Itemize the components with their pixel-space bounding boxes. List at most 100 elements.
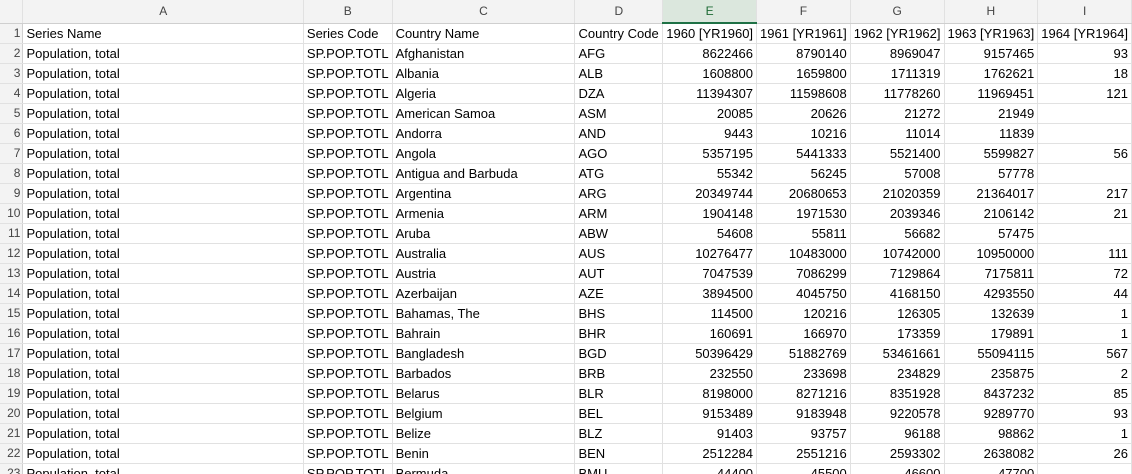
cell[interactable]: 1608800 — [662, 63, 758, 84]
cell[interactable]: 2638082 — [944, 443, 1039, 464]
row-header[interactable]: 13 — [0, 263, 24, 284]
cell[interactable]: 166970 — [756, 323, 851, 344]
cell[interactable]: Population, total — [22, 323, 304, 344]
cell[interactable]: 9289770 — [944, 403, 1039, 424]
cell[interactable]: 21 — [1037, 203, 1132, 224]
cell[interactable]: SP.POP.TOTL — [303, 143, 393, 164]
cell[interactable]: American Samoa — [392, 103, 576, 124]
cell[interactable]: 8437232 — [944, 383, 1039, 404]
cell[interactable]: 3894500 — [662, 283, 758, 304]
cell[interactable]: AFG — [574, 43, 664, 64]
cell[interactable]: ALB — [574, 63, 664, 84]
cell[interactable]: 232550 — [662, 363, 758, 384]
cell[interactable]: Afghanistan — [392, 43, 576, 64]
header-cell[interactable]: Series Code — [303, 23, 393, 44]
cell[interactable]: 217 — [1037, 183, 1132, 204]
row-header[interactable]: 15 — [0, 303, 24, 324]
cell[interactable]: SP.POP.TOTL — [303, 443, 393, 464]
header-cell[interactable]: 1962 [YR1962] — [850, 23, 945, 44]
row-header[interactable]: 11 — [0, 223, 24, 244]
cell[interactable]: 7047539 — [662, 263, 758, 284]
cell[interactable] — [1037, 223, 1132, 244]
column-header-c[interactable]: C — [392, 0, 576, 24]
cell[interactable]: 121 — [1037, 83, 1132, 104]
header-cell[interactable]: Series Name — [22, 23, 304, 44]
cell[interactable]: 5599827 — [944, 143, 1039, 164]
cell[interactable]: Aruba — [392, 223, 576, 244]
cell[interactable]: 96188 — [850, 423, 945, 444]
row-header[interactable]: 6 — [0, 123, 24, 144]
cell[interactable]: Austria — [392, 263, 576, 284]
cell[interactable]: SP.POP.TOTL — [303, 383, 393, 404]
cell[interactable]: 4168150 — [850, 283, 945, 304]
cell[interactable]: Barbados — [392, 363, 576, 384]
cell[interactable]: AUS — [574, 243, 664, 264]
cell[interactable]: Bangladesh — [392, 343, 576, 364]
cell[interactable]: 45500 — [756, 463, 851, 474]
cell[interactable]: BGD — [574, 343, 664, 364]
row-header[interactable]: 21 — [0, 423, 24, 444]
cell[interactable]: ABW — [574, 223, 664, 244]
cell[interactable]: Population, total — [22, 163, 304, 184]
cell[interactable]: 56245 — [756, 163, 851, 184]
cell[interactable]: SP.POP.TOTL — [303, 243, 393, 264]
cell[interactable]: 8271216 — [756, 383, 851, 404]
cell[interactable]: Angola — [392, 143, 576, 164]
cell[interactable]: 1 — [1037, 423, 1132, 444]
cell[interactable]: 11969451 — [944, 83, 1039, 104]
cell[interactable]: 7175811 — [944, 263, 1039, 284]
cell[interactable]: Population, total — [22, 383, 304, 404]
cell[interactable]: 7086299 — [756, 263, 851, 284]
cell[interactable]: 55342 — [662, 163, 758, 184]
cell[interactable]: 5357195 — [662, 143, 758, 164]
cell[interactable]: SP.POP.TOTL — [303, 203, 393, 224]
cell[interactable]: 9157465 — [944, 43, 1039, 64]
cell[interactable]: Population, total — [22, 183, 304, 204]
cell[interactable]: 2593302 — [850, 443, 945, 464]
cell[interactable]: 1659800 — [756, 63, 851, 84]
cell[interactable]: Belarus — [392, 383, 576, 404]
cell[interactable]: 20680653 — [756, 183, 851, 204]
cell[interactable]: AZE — [574, 283, 664, 304]
header-cell[interactable]: 1961 [YR1961] — [756, 23, 851, 44]
cell[interactable]: 10276477 — [662, 243, 758, 264]
row-header[interactable]: 14 — [0, 283, 24, 304]
cell[interactable]: 11778260 — [850, 83, 945, 104]
column-header-g[interactable]: G — [850, 0, 945, 24]
cell[interactable]: BEN — [574, 443, 664, 464]
cell[interactable]: Population, total — [22, 223, 304, 244]
cell[interactable]: 5441333 — [756, 143, 851, 164]
cell[interactable]: 1 — [1037, 323, 1132, 344]
cell[interactable]: Population, total — [22, 103, 304, 124]
cell[interactable]: 132639 — [944, 303, 1039, 324]
cell[interactable]: 20085 — [662, 103, 758, 124]
cell[interactable]: 235875 — [944, 363, 1039, 384]
cell[interactable]: Population, total — [22, 363, 304, 384]
header-cell[interactable]: 1964 [YR1964] — [1037, 23, 1132, 44]
cell[interactable]: Bermuda — [392, 463, 576, 474]
row-header[interactable]: 3 — [0, 63, 24, 84]
row-header[interactable]: 1 — [0, 23, 24, 44]
cell[interactable]: SP.POP.TOTL — [303, 83, 393, 104]
cell[interactable]: 1711319 — [850, 63, 945, 84]
cell[interactable]: 179891 — [944, 323, 1039, 344]
cell[interactable]: 9443 — [662, 123, 758, 144]
cell[interactable]: 55811 — [756, 223, 851, 244]
cell[interactable]: 11394307 — [662, 83, 758, 104]
cell[interactable]: Population, total — [22, 403, 304, 424]
row-header[interactable]: 19 — [0, 383, 24, 404]
row-header[interactable]: 5 — [0, 103, 24, 124]
cell[interactable]: 9153489 — [662, 403, 758, 424]
cell[interactable] — [1037, 463, 1132, 474]
cell[interactable]: BHS — [574, 303, 664, 324]
cell[interactable]: Population, total — [22, 63, 304, 84]
row-header[interactable]: 23 — [0, 463, 24, 474]
column-header-h[interactable]: H — [944, 0, 1039, 24]
cell[interactable]: BLZ — [574, 423, 664, 444]
cell[interactable]: SP.POP.TOTL — [303, 123, 393, 144]
cell[interactable]: 233698 — [756, 363, 851, 384]
cell[interactable]: 51882769 — [756, 343, 851, 364]
cell[interactable]: 8198000 — [662, 383, 758, 404]
cell[interactable]: 57778 — [944, 163, 1039, 184]
cell[interactable]: 8622466 — [662, 43, 758, 64]
